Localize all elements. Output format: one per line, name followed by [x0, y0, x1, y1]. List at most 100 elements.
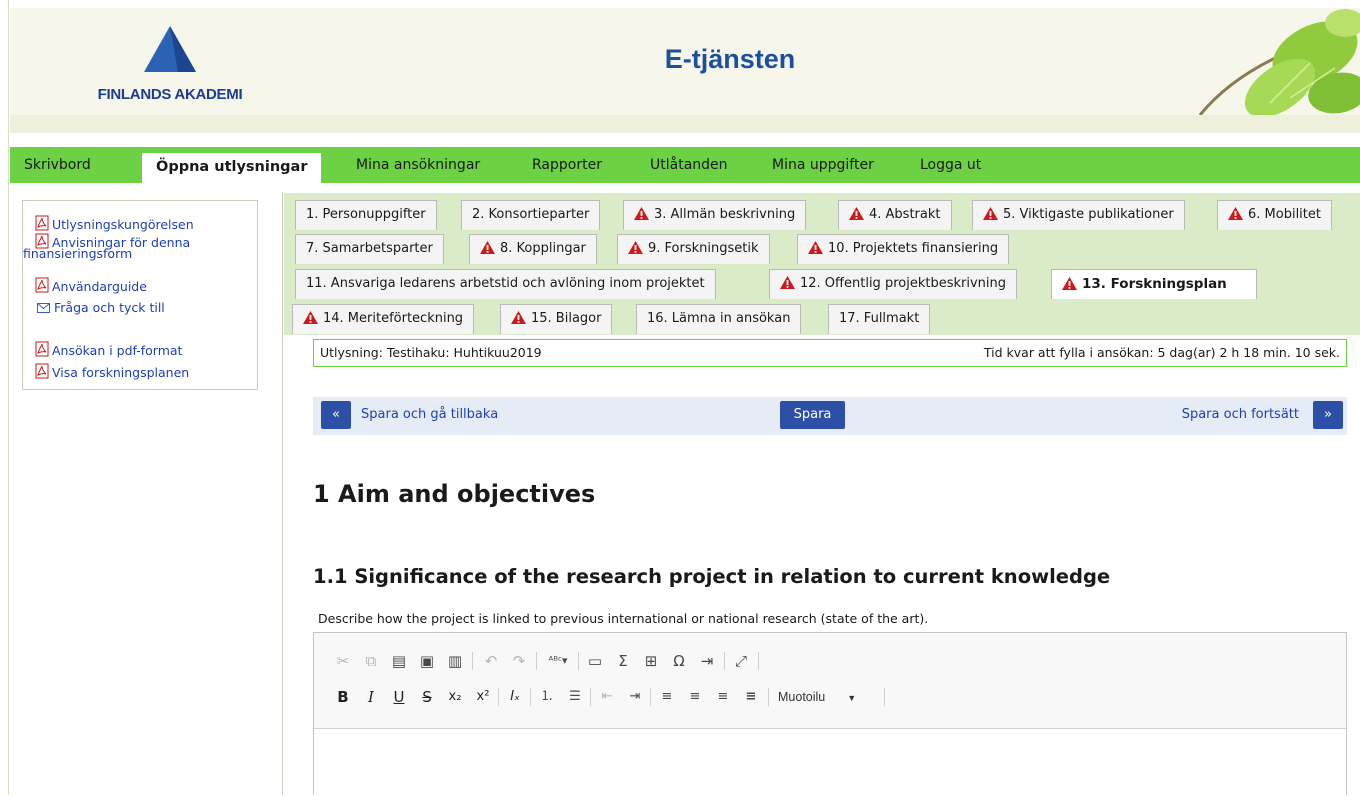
tab-label: 1. Personuppgifter: [306, 207, 426, 222]
format-dropdown-label: Muotoilu: [778, 690, 826, 704]
sidebar-link-label: Utlysningskungörelsen: [52, 217, 194, 232]
tab-label: 12. Offentlig projektbeskrivning: [800, 276, 1006, 291]
tab-3-general[interactable]: 3. Allmän beskrivning: [623, 200, 807, 230]
tab-label: 16. Lämna in ansökan: [647, 311, 791, 326]
tab-7-partners[interactable]: 7. Samarbetsparter: [295, 234, 444, 264]
undo-icon[interactable]: ↶: [480, 649, 502, 673]
warning-icon: [511, 311, 526, 324]
paste-icon[interactable]: ▤: [388, 649, 410, 673]
toolbar-separator: [650, 688, 651, 706]
field-description: Describe how the project is linked to pr…: [318, 611, 929, 626]
align-right-icon[interactable]: ≡: [712, 685, 734, 709]
bulleted-list-icon[interactable]: ☰: [564, 685, 586, 709]
nav-item-open-calls[interactable]: Öppna utlysningar: [142, 153, 322, 183]
underline-icon[interactable]: U: [388, 685, 410, 709]
sidebar-link-pdf-application[interactable]: Ansökan i pdf-format: [35, 341, 182, 358]
align-left-icon[interactable]: ≡: [656, 685, 678, 709]
tab-6-mobility[interactable]: 6. Mobilitet: [1217, 200, 1332, 230]
copy-icon[interactable]: ⧉: [360, 649, 382, 673]
editor-content-area[interactable]: [314, 730, 1346, 796]
tab-11-working-time[interactable]: 11. Ansvariga ledarens arbetstid och avl…: [295, 269, 716, 299]
warning-icon: [808, 241, 823, 254]
nav-item-my-details[interactable]: Mina uppgifter: [758, 147, 888, 183]
save-and-continue-link[interactable]: Spara och fortsätt: [1182, 407, 1299, 422]
tab-13-research-plan[interactable]: 13. Forskningsplan: [1051, 269, 1257, 299]
superscript-icon[interactable]: x²: [472, 685, 494, 709]
tab-label: 4. Abstrakt: [869, 207, 941, 222]
sidebar-link-call-notice[interactable]: Utlysningskungörelsen: [35, 215, 194, 232]
nav-item-statements[interactable]: Utlåtanden: [636, 147, 742, 183]
academy-logo[interactable]: FINLANDS AKADEMI: [70, 26, 270, 111]
logo-text: FINLANDS AKADEMI: [97, 86, 243, 103]
warning-icon: [628, 241, 643, 254]
outdent-icon[interactable]: ⇤: [596, 685, 618, 709]
bold-icon[interactable]: B: [332, 685, 354, 709]
subsection-heading: 1.1 Significance of the research project…: [313, 565, 1111, 588]
align-justify-icon[interactable]: ≡: [740, 685, 762, 709]
nav-item-desk[interactable]: Skrivbord: [10, 147, 105, 183]
warning-icon: [780, 276, 795, 289]
sidebar-link-label: Fråga och tyck till: [54, 300, 165, 315]
main-nav: Skrivbord Öppna utlysningar Mina ansökni…: [10, 147, 1360, 183]
tab-label: 2. Konsortieparter: [472, 207, 590, 222]
page-break-icon[interactable]: ⇥: [696, 649, 718, 673]
action-bar: « Spara och gå tillbaka Spara Spara och …: [313, 397, 1347, 435]
pdf-icon: [35, 363, 49, 379]
sidebar-link-feedback[interactable]: Fråga och tyck till: [35, 301, 165, 315]
spellcheck-icon[interactable]: ᴬᴮᶜ▾: [542, 649, 574, 673]
sidebar-link-research-plan[interactable]: Visa forskningsplanen: [35, 363, 189, 380]
special-char-icon[interactable]: Ω: [668, 649, 690, 673]
strikethrough-icon[interactable]: S: [416, 685, 438, 709]
tab-8-connections[interactable]: 8. Kopplingar: [469, 234, 597, 264]
tab-10-funding[interactable]: 10. Projektets finansiering: [797, 234, 1010, 264]
nav-item-logout[interactable]: Logga ut: [906, 147, 995, 183]
leaves-image: [1160, 8, 1360, 115]
tab-label: 14. Meriteförteckning: [323, 311, 464, 326]
warning-icon: [634, 207, 649, 220]
warning-icon: [983, 207, 998, 220]
sidebar-link-user-guide[interactable]: Användarguide: [35, 277, 147, 294]
subscript-icon[interactable]: x₂: [444, 685, 466, 709]
forward-button[interactable]: »: [1313, 401, 1343, 429]
paste-word-icon[interactable]: ▥: [444, 649, 466, 673]
tab-17-proxy[interactable]: 17. Fullmakt: [828, 304, 931, 334]
back-button[interactable]: «: [321, 401, 351, 429]
sidebar-link-label: Användarguide: [52, 279, 147, 294]
paste-text-icon[interactable]: ▣: [416, 649, 438, 673]
tab-14-cv[interactable]: 14. Meriteförteckning: [292, 304, 475, 334]
sidebar-link-instructions-line2[interactable]: finansieringsform: [23, 247, 132, 261]
toolbar-separator: [578, 652, 579, 670]
align-center-icon[interactable]: ≡: [684, 685, 706, 709]
table-icon[interactable]: ⊞: [640, 649, 662, 673]
italic-icon[interactable]: I: [360, 685, 382, 709]
toolbar-separator: [536, 652, 537, 670]
tab-15-attachments[interactable]: 15. Bilagor: [500, 304, 613, 334]
save-button[interactable]: Spara: [780, 401, 845, 429]
cut-icon[interactable]: ✂: [332, 649, 354, 673]
warning-icon: [849, 207, 864, 220]
image-icon[interactable]: ▭: [584, 649, 606, 673]
indent-icon[interactable]: ⇥: [624, 685, 646, 709]
remove-format-icon[interactable]: Iₓ: [504, 685, 526, 709]
nav-item-reports[interactable]: Rapporter: [518, 147, 616, 183]
tab-label: 11. Ansvariga ledarens arbetstid och avl…: [306, 276, 705, 291]
tab-1-personal[interactable]: 1. Personuppgifter: [295, 200, 437, 230]
math-sigma-icon[interactable]: Σ: [612, 649, 634, 673]
numbered-list-icon[interactable]: ⒈: [536, 685, 558, 709]
warning-icon: [1228, 207, 1243, 220]
warning-icon: [303, 311, 318, 324]
tab-5-publications[interactable]: 5. Viktigaste publikationer: [972, 200, 1185, 230]
redo-icon[interactable]: ↷: [508, 649, 530, 673]
pdf-icon: [35, 277, 49, 293]
save-and-back-link[interactable]: Spara och gå tillbaka: [361, 407, 498, 422]
nav-item-my-applications[interactable]: Mina ansökningar: [342, 147, 494, 183]
format-dropdown[interactable]: Muotoilu ▼: [778, 685, 856, 709]
maximize-icon[interactable]: ⤢: [730, 649, 752, 673]
warning-icon: [480, 241, 495, 254]
tab-16-submit[interactable]: 16. Lämna in ansökan: [636, 304, 802, 334]
tab-9-ethics[interactable]: 9. Forskningsetik: [617, 234, 770, 264]
tab-4-abstract[interactable]: 4. Abstrakt: [838, 200, 952, 230]
tab-12-public-description[interactable]: 12. Offentlig projektbeskrivning: [769, 269, 1017, 299]
pdf-icon: [35, 341, 49, 357]
tab-2-consortium[interactable]: 2. Konsortieparter: [461, 200, 601, 230]
